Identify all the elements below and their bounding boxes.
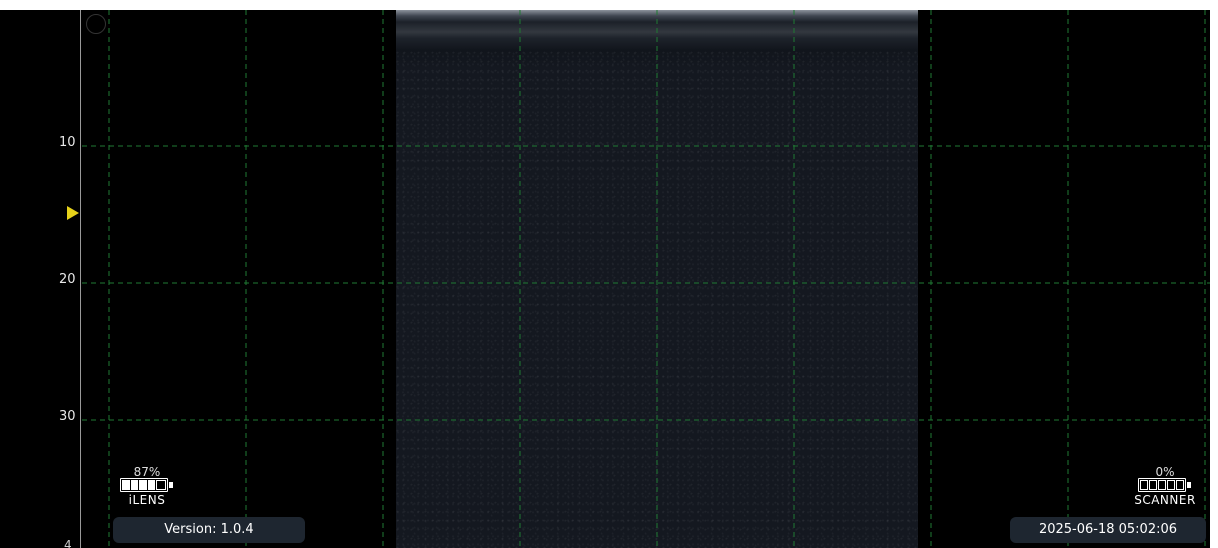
depth-tick-label: 10 [59,135,76,150]
corner-ring-icon [86,14,106,34]
scanner-battery-label: SCANNER [1134,493,1196,507]
ilens-battery-label: iLENS [128,493,166,507]
depth-tick-label: 20 [59,272,76,287]
ilens-battery-percent: 87% [133,465,161,479]
battery-icon [1138,478,1192,494]
battery-icon [120,478,174,494]
scanner-battery-indicator: 0% SCANNER [1130,466,1200,506]
scan-texture [396,50,918,548]
depth-tick-label: 30 [59,409,76,424]
ilens-battery-indicator: 87% iLENS [112,466,182,506]
version-badge: Version: 1.0.4 [113,517,305,543]
depth-marker-triangle-right-icon[interactable] [67,206,79,220]
scanner-battery-percent: 0% [1155,465,1175,479]
right-border [1210,0,1218,548]
timestamp-badge: 2025-06-18 05:02:06 [1010,517,1206,543]
scan-viewer: 10 20 30 4 87% iLENS 0% SCANNER Version:… [0,0,1218,548]
scan-image [396,10,918,548]
top-border [0,0,1218,10]
depth-tick-label: 4 [64,538,72,548]
